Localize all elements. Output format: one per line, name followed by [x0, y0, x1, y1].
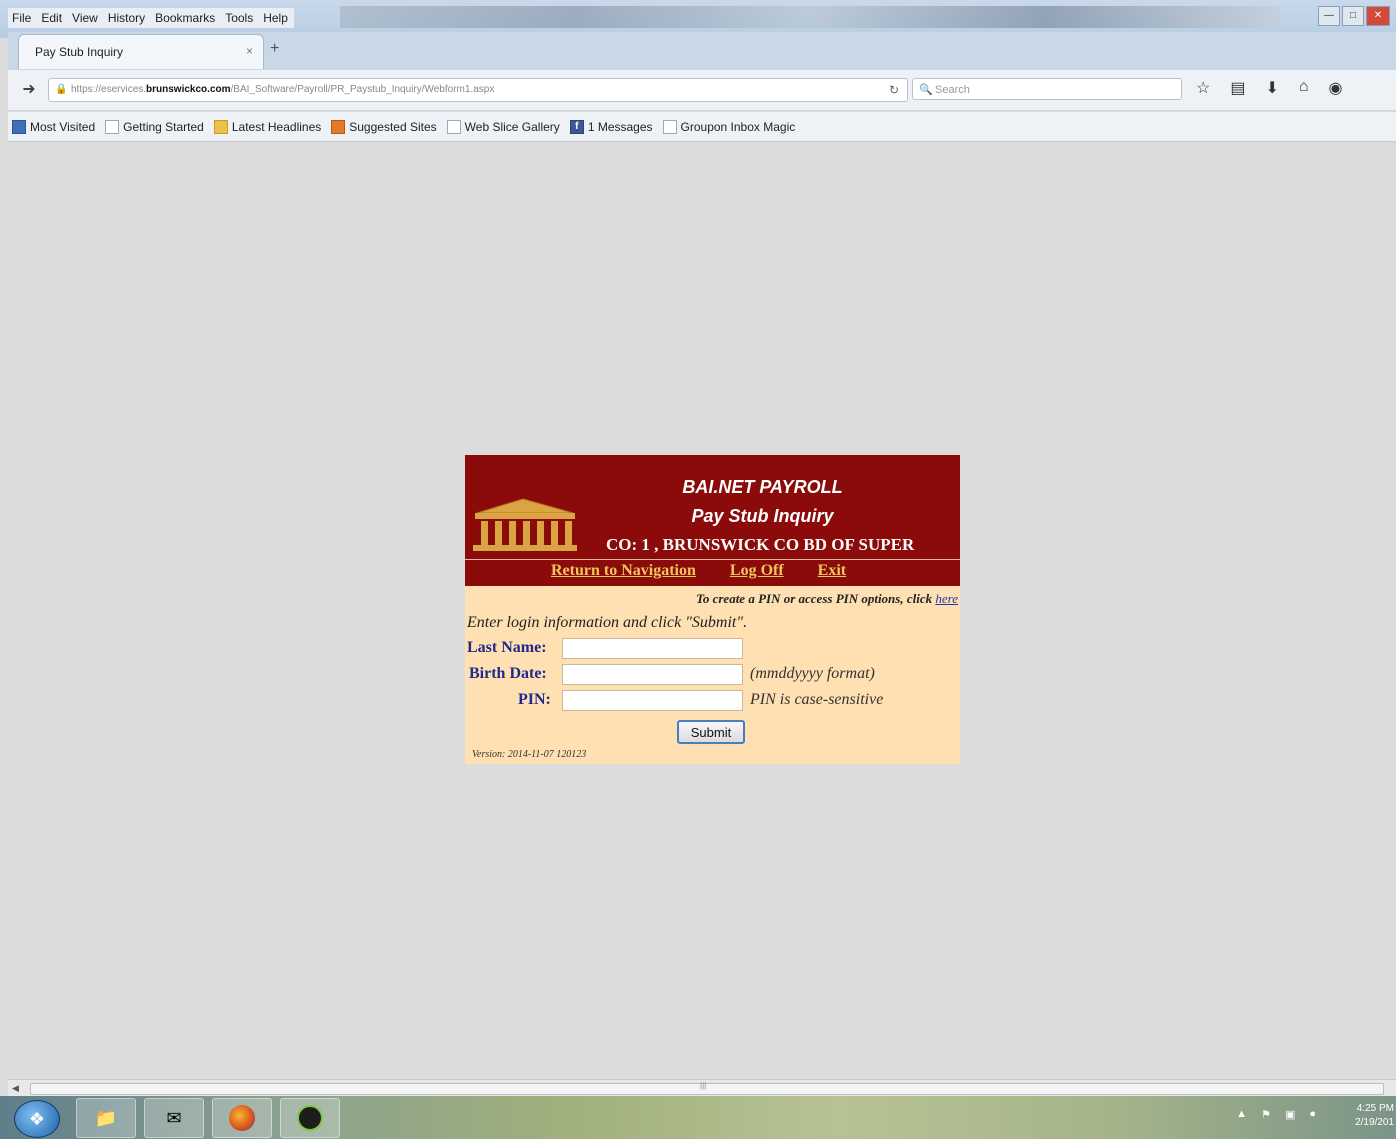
page-content: BAI.NET PAYROLL Pay Stub Inquiry CO: 1 ,…	[8, 143, 1396, 1079]
page-title: Pay Stub Inquiry	[691, 506, 834, 526]
download-icon[interactable]: ⬇	[1265, 78, 1278, 98]
bookmark-getting-started[interactable]: Getting Started	[105, 119, 204, 134]
firefox-icon	[229, 1105, 255, 1131]
titlebar-background	[340, 6, 1280, 28]
log-off-link[interactable]: Log Off	[730, 562, 784, 580]
window-controls: — □ ✕	[1318, 6, 1390, 26]
new-tab-button[interactable]: +	[270, 40, 279, 58]
folder-icon: 📁	[94, 1107, 118, 1128]
pin-hint: PIN is case-sensitive	[750, 691, 884, 708]
taskbar: ❖ 📁 ✉ ▲ ⚑ ▣ ● 4:25 PM 2/19/201	[0, 1096, 1396, 1139]
most-visited-icon	[12, 119, 26, 134]
bookmarks-bar: Most Visited Getting Started Latest Head…	[8, 112, 1396, 142]
tab-pay-stub-inquiry[interactable]: Pay Stub Inquiry ×	[18, 34, 264, 69]
last-name-label: Last Name:	[467, 639, 547, 656]
tray-expand-icon[interactable]: ▲	[1236, 1108, 1247, 1121]
scroll-left-icon[interactable]: ◀	[12, 1080, 19, 1096]
search-placeholder: Search	[935, 84, 970, 96]
clipboard-icon[interactable]: ▤	[1230, 78, 1245, 98]
clock-date: 2/19/201	[1355, 1117, 1394, 1128]
scrollbar-grip-icon: |||	[700, 1081, 707, 1090]
search-input[interactable]: 🔍 Search	[912, 78, 1182, 100]
search-icon: 🔍	[919, 84, 933, 96]
taskbar-explorer[interactable]: 📁	[76, 1098, 136, 1138]
login-instructions: Enter login information and click "Submi…	[467, 614, 748, 631]
page-icon	[105, 119, 120, 134]
pin-options-link[interactable]: here	[935, 591, 958, 606]
spotify-icon	[297, 1105, 323, 1131]
page-icon	[662, 119, 677, 134]
volume-icon[interactable]: ●	[1309, 1108, 1316, 1121]
exit-link[interactable]: Exit	[818, 562, 846, 580]
menu-edit[interactable]: Edit	[41, 11, 62, 25]
suggested-sites-icon	[331, 119, 346, 134]
address-bar[interactable]: 🔒 https://eservices.brunswickco.com/BAI_…	[48, 78, 908, 102]
taskbar-spotify[interactable]	[280, 1098, 340, 1138]
bookmark-star-icon[interactable]: ☆	[1196, 78, 1210, 98]
app-title: BAI.NET PAYROLL	[682, 477, 843, 497]
flag-icon[interactable]: ⚑	[1261, 1108, 1271, 1121]
pin-input[interactable]	[562, 690, 743, 711]
login-panel: BAI.NET PAYROLL Pay Stub Inquiry CO: 1 ,…	[465, 455, 960, 764]
back-button[interactable]: ➜	[16, 78, 42, 102]
bookmark-suggested-sites[interactable]: Suggested Sites	[331, 119, 437, 134]
clock[interactable]: 4:25 PM 2/19/201	[1355, 1102, 1394, 1130]
menu-help[interactable]: Help	[263, 11, 288, 25]
maximize-button[interactable]: □	[1342, 6, 1364, 26]
menu-file[interactable]: File	[12, 11, 31, 25]
company-label: CO: 1 , BRUNSWICK CO BD OF SUPER	[606, 535, 915, 554]
clock-time: 4:25 PM	[1356, 1103, 1394, 1114]
menu-history[interactable]: History	[108, 11, 145, 25]
birth-date-input[interactable]	[562, 664, 743, 685]
network-icon[interactable]: ▣	[1285, 1108, 1295, 1121]
header-divider	[465, 559, 960, 560]
return-to-navigation-link[interactable]: Return to Navigation	[551, 562, 696, 580]
menu-tools[interactable]: Tools	[225, 11, 253, 25]
reload-icon[interactable]: ↻	[889, 79, 899, 101]
bookmark-most-visited[interactable]: Most Visited	[12, 119, 95, 134]
minimize-button[interactable]: —	[1318, 6, 1340, 26]
menu-view[interactable]: View	[72, 11, 98, 25]
birth-date-hint: (mmddyyyy format)	[750, 665, 875, 682]
pin-options-note: To create a PIN or access PIN options, c…	[696, 591, 958, 606]
menu-bookmarks[interactable]: Bookmarks	[155, 11, 215, 25]
last-name-input[interactable]	[562, 638, 743, 659]
url-text: https://eservices.brunswickco.com/BAI_So…	[71, 84, 495, 95]
home-icon[interactable]: ⌂	[1299, 78, 1309, 98]
tab-close-icon[interactable]: ×	[246, 44, 253, 58]
lock-icon: 🔒	[55, 84, 68, 95]
pin-label: PIN:	[518, 691, 551, 708]
chat-icon[interactable]: ◉	[1329, 78, 1343, 98]
bookmark-groupon[interactable]: Groupon Inbox Magic	[662, 119, 795, 134]
scrollbar-thumb[interactable]	[30, 1083, 1384, 1095]
taskbar-firefox[interactable]	[212, 1098, 272, 1138]
header-links: Return to Navigation Log Off Exit	[551, 562, 846, 580]
system-tray: ▲ ⚑ ▣ ●	[1236, 1108, 1316, 1121]
toolbar-icons: ☆ ▤ ⬇ ⌂ ◉	[1196, 78, 1343, 98]
bookmark-messages[interactable]: f1 Messages	[569, 119, 653, 134]
mail-icon: ✉	[166, 1107, 182, 1128]
submit-button[interactable]: Submit	[677, 720, 745, 744]
rss-icon	[213, 119, 228, 134]
facebook-icon: f	[569, 119, 584, 134]
version-label: Version: 2014-11-07 120123	[472, 749, 587, 760]
close-window-button[interactable]: ✕	[1366, 6, 1390, 26]
bookmark-web-slice-gallery[interactable]: Web Slice Gallery	[446, 119, 560, 134]
horizontal-scrollbar[interactable]: ◀ |||	[8, 1079, 1396, 1096]
birth-date-label: Birth Date:	[469, 665, 547, 682]
bookmark-latest-headlines[interactable]: Latest Headlines	[213, 119, 321, 134]
page-icon	[446, 119, 461, 134]
panel-header: BAI.NET PAYROLL Pay Stub Inquiry CO: 1 ,…	[465, 455, 960, 586]
tab-bar: Pay Stub Inquiry × +	[8, 32, 1396, 70]
tab-title: Pay Stub Inquiry	[35, 45, 124, 59]
navigation-bar: ➜ 🔒 https://eservices.brunswickco.com/BA…	[8, 70, 1396, 111]
start-button[interactable]: ❖	[14, 1100, 60, 1138]
menu-bar: File Edit View History Bookmarks Tools H…	[8, 8, 294, 28]
taskbar-outlook[interactable]: ✉	[144, 1098, 204, 1138]
